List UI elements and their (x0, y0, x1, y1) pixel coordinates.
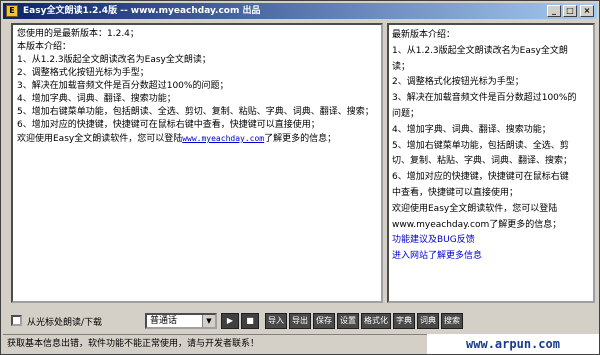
voice-select-value: 普通话 (150, 316, 178, 326)
stop-button[interactable]: ■ (241, 313, 259, 329)
text-line: 4、增加字典、词典、翻译、搜索功能； (17, 94, 176, 104)
text-line-welcome: 欢迎使用Easy全文朗读软件，您可以登陆www.myeachday.com了解更… (17, 132, 377, 146)
info-line: 3、解决在加载音频文件是百分数超过100%的 (392, 93, 577, 104)
text-line: 2、调整格式化按钮光标为手型； (17, 68, 149, 78)
info-line: 2、调整格式化按钮光标为手型； (392, 77, 524, 88)
control-bar: 从光标处朗读/下载 普通话 ▼ ▶ ■ 导入 导出 保存 设置 格式化 字典 词… (11, 313, 591, 329)
search-button[interactable]: 搜索 (441, 313, 463, 329)
info-line: 问题； (392, 108, 420, 119)
info-line: 最新版本介绍： (392, 30, 456, 40)
text-line: 您使用的是最新版本：1.2.4； (17, 29, 139, 39)
settings-button[interactable]: 设置 (337, 313, 359, 329)
info-line: 中查看，快捷键可以直接使用； (392, 187, 519, 198)
status-text: 获取基本信息出错，软件功能不能正常使用，请与开发者联系！ (7, 339, 260, 349)
app-icon: E (6, 5, 18, 17)
text-line: 1、从1.2.3版起全文朗读改名为Easy全文朗读； (17, 55, 211, 65)
title-bar[interactable]: E Easy全文朗读1.2.4版 -- www.myeachday.com 出品… (3, 3, 597, 19)
website-link[interactable]: www.myeachday.com (182, 134, 264, 143)
play-icon: ▶ (226, 316, 234, 325)
welcome-suffix: 了解更多的信息； (264, 134, 337, 144)
info-line: www.myeachday.com了解更多的信息； (392, 219, 562, 230)
text-line: 5、增加右键菜单功能，包括朗读、全选、剪切、复制、粘贴、字典、词典、翻译、搜索； (17, 107, 374, 117)
format-button[interactable]: 格式化 (361, 313, 391, 329)
stop-icon: ■ (246, 316, 254, 325)
main-window: E Easy全文朗读1.2.4版 -- www.myeachday.com 出品… (0, 0, 600, 355)
save-button[interactable]: 保存 (313, 313, 335, 329)
glossary-button[interactable]: 词典 (417, 313, 439, 329)
import-button[interactable]: 导入 (265, 313, 287, 329)
text-editor[interactable]: 您使用的是最新版本：1.2.4； 本版本介绍： 1、从1.2.3版起全文朗读改名… (11, 23, 383, 303)
text-line: 6、增加对应的快捷键，快捷键可在鼠标右键中查看，快捷键可以直接使用； (17, 120, 320, 130)
voice-select[interactable]: 普通话 ▼ (145, 313, 217, 329)
close-button[interactable]: × (580, 5, 594, 17)
info-line: 切、复制、粘贴、字典、词典、翻译、搜索； (392, 156, 573, 167)
text-line: 本版本介绍： (17, 42, 72, 52)
info-line: 读； (392, 61, 411, 72)
dictionary-button[interactable]: 字典 (393, 313, 415, 329)
feedback-link[interactable]: 功能建议及BUG反馈 (392, 233, 590, 249)
info-line: 4、增加字典、词典、翻译、搜索功能； (392, 124, 551, 135)
window-title: Easy全文朗读1.2.4版 -- www.myeachday.com 出品 (23, 6, 261, 16)
text-line: 3、解决在加载音频文件是百分数超过100%的问题； (17, 81, 229, 91)
site-watermark: www.arpun.com (427, 334, 599, 354)
info-line: 1、从1.2.3版起全文朗读改名为Easy全文朗 (392, 45, 568, 56)
export-button[interactable]: 导出 (289, 313, 311, 329)
info-panel: 最新版本介绍： 1、从1.2.3版起全文朗读改名为Easy全文朗 读； 2、调整… (387, 23, 595, 303)
read-from-cursor-label: 从光标处朗读/下载 (27, 318, 103, 328)
play-button[interactable]: ▶ (221, 313, 239, 329)
info-line: 欢迎使用Easy全文朗读软件，您可以登陆 (392, 203, 558, 214)
minimize-button[interactable]: _ (547, 5, 561, 17)
info-line: 6、增加对应的快捷键，快捷键可在鼠标右键 (392, 172, 569, 183)
maximize-button[interactable]: □ (563, 5, 577, 17)
read-from-cursor-checkbox[interactable] (11, 315, 22, 326)
chevron-down-icon[interactable]: ▼ (202, 315, 215, 327)
welcome-prefix: 欢迎使用Easy全文朗读软件，您可以登陆 (17, 134, 183, 144)
info-line: 5、增加右键菜单功能，包括朗读、全选、剪 (392, 140, 569, 151)
visit-site-link[interactable]: 进入网站了解更多信息 (392, 249, 590, 265)
